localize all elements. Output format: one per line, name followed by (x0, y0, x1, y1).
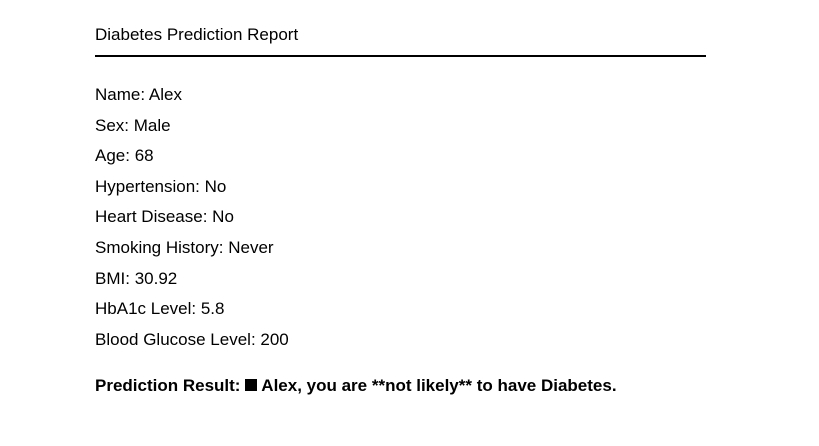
field-label: Sex (95, 115, 125, 135)
field-sex: Sex: Male (95, 115, 171, 135)
field-heart-disease: Heart Disease: No (95, 207, 234, 227)
patient-fields: Name: Alex Sex: Male Age: 68 Hypertensio… (95, 85, 289, 360)
field-value: 5.8 (200, 299, 225, 319)
title-divider (95, 55, 706, 57)
field-value: 30.92 (134, 268, 178, 288)
prediction-result-label: Prediction Result: (95, 376, 241, 395)
field-age: Age: 68 (95, 146, 154, 166)
field-hba1c-level: HbA1c Level: 5.8 (95, 299, 225, 319)
field-label: Blood Glucose Level (95, 329, 251, 349)
field-value: Male (133, 115, 171, 135)
field-smoking-history: Smoking History: Never (95, 237, 274, 257)
field-name: Name: Alex (95, 85, 182, 104)
field-label: Heart Disease (95, 207, 203, 227)
prediction-result-message: Alex, you are **not likely** to have Dia… (261, 376, 617, 395)
field-bmi: BMI: 30.92 (95, 268, 178, 288)
field-label: HbA1c Level (95, 299, 192, 319)
field-label: Age (95, 146, 126, 166)
field-value: 68 (134, 146, 154, 166)
field-label: Hypertension (95, 176, 196, 196)
field-label: Name (95, 85, 141, 104)
field-value: No (204, 176, 227, 196)
field-label: Smoking History (95, 237, 219, 257)
field-hypertension: Hypertension: No (95, 176, 227, 196)
field-blood-glucose-level: Blood Glucose Level: 200 (95, 329, 289, 349)
prediction-result: Prediction Result: Alex, you are **not l… (95, 376, 617, 396)
field-value: Alex (148, 85, 182, 104)
black-square-icon (245, 379, 258, 391)
report-title: Diabetes Prediction Report (95, 25, 299, 44)
field-value: Never (228, 237, 274, 257)
field-value: 200 (260, 329, 289, 349)
field-label: BMI (95, 268, 126, 288)
field-value: No (212, 207, 234, 227)
